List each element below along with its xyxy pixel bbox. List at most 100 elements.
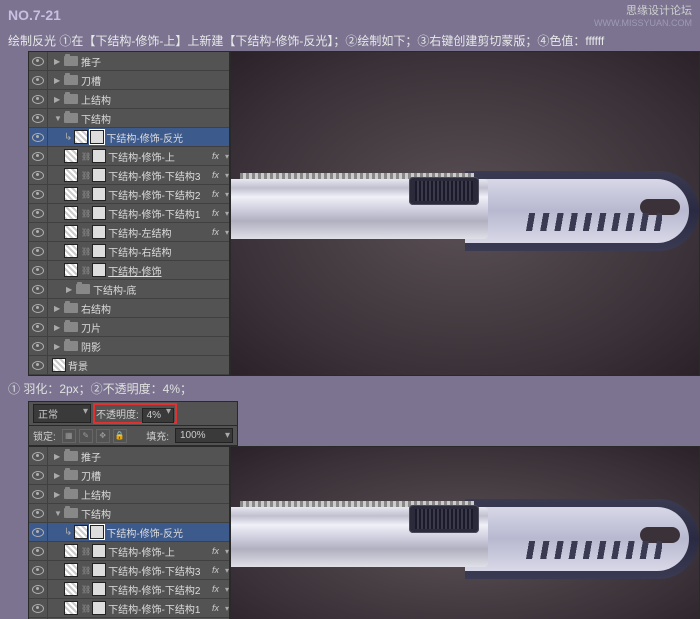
layer-name[interactable]: 下结构-修饰-下结构2 (108, 187, 212, 202)
layer-row[interactable]: ⛓下结构-修饰-下结构3fx▾ (29, 561, 229, 580)
layer-row[interactable]: ⛓ 下结构-修饰-下结构2fx ▾ (29, 580, 229, 599)
visibility-toggle[interactable] (29, 485, 48, 503)
layer-name[interactable]: 背景 (68, 358, 229, 373)
expand-arrow-icon[interactable]: ▶ (54, 342, 62, 350)
layers-panel-bottom[interactable]: ▶推子▶刀槽▶上结构▼下结构↳下结构-修饰-反光⛓下结构-修饰-上fx▾⛓下结构… (28, 446, 230, 619)
visibility-toggle[interactable] (29, 52, 48, 70)
visibility-toggle[interactable] (29, 109, 48, 127)
visibility-toggle[interactable] (29, 223, 48, 241)
layer-row[interactable]: ▶右结构 (29, 299, 229, 318)
expand-arrow-icon[interactable]: ▶ (54, 490, 62, 498)
layer-row[interactable]: ⛓下结构-修饰-下结构1fx▾ (29, 599, 229, 618)
vector-mask-thumb[interactable] (92, 187, 106, 201)
layer-name[interactable]: 下结构-修饰-下结构2 (108, 582, 212, 597)
fx-badge[interactable]: fx (212, 151, 219, 161)
link-icon[interactable]: ⛓ (81, 171, 91, 180)
layer-name[interactable]: 刀槽 (81, 468, 229, 483)
vector-mask-thumb[interactable] (92, 225, 106, 239)
vector-mask-thumb[interactable] (92, 582, 106, 596)
link-icon[interactable]: ⛓ (81, 566, 91, 575)
expand-arrow-icon[interactable]: ▶ (54, 471, 62, 479)
visibility-toggle[interactable] (29, 318, 48, 336)
fx-chevron-icon[interactable]: ▾ (225, 585, 229, 594)
layer-row[interactable]: ↳下结构-修饰-反光 (29, 523, 229, 542)
fx-badge[interactable]: fx (212, 546, 219, 556)
layer-name[interactable]: 下结构-修饰 (108, 263, 229, 278)
layer-row[interactable]: ⛓ 下结构-修饰-下结构2fx ▾ (29, 185, 229, 204)
expand-arrow-icon[interactable]: ▶ (54, 323, 62, 331)
layer-row[interactable]: ▶下结构-底 (29, 280, 229, 299)
link-icon[interactable]: ⛓ (81, 152, 91, 161)
fx-badge[interactable]: fx (212, 208, 219, 218)
layer-row[interactable]: ▼下结构 (29, 504, 229, 523)
fx-badge[interactable]: fx (212, 170, 219, 180)
layer-name[interactable]: 下结构-右结构 (108, 244, 229, 259)
layers-panel-top[interactable]: ▶推子▶刀槽▶上结构▼下结构↳下结构-修饰-反光⛓下结构-修饰-上fx▾⛓下结构… (28, 51, 230, 376)
layer-row[interactable]: ▶ 刀槽 (29, 71, 229, 90)
fx-chevron-icon[interactable]: ▾ (225, 566, 229, 575)
fx-badge[interactable]: fx (212, 189, 219, 199)
link-icon[interactable]: ⛓ (81, 266, 91, 275)
layer-row[interactable]: ▼下结构 (29, 109, 229, 128)
layer-row[interactable]: ▶阴影 (29, 337, 229, 356)
vector-mask-thumb[interactable] (92, 601, 106, 615)
fx-badge[interactable]: fx (212, 584, 219, 594)
fx-badge[interactable]: fx (212, 603, 219, 613)
blend-mode-dropdown[interactable]: 正常 (33, 404, 91, 423)
fx-chevron-icon[interactable]: ▾ (225, 171, 229, 180)
canvas-top[interactable] (230, 51, 700, 376)
visibility-toggle[interactable] (29, 356, 48, 374)
expand-arrow-icon[interactable]: ▶ (54, 76, 62, 84)
layer-row[interactable]: ⛓下结构-修饰-上fx▾ (29, 542, 229, 561)
layer-name[interactable]: 下结构 (81, 111, 229, 126)
visibility-toggle[interactable] (29, 580, 48, 598)
fx-chevron-icon[interactable]: ▾ (225, 604, 229, 613)
layer-name[interactable]: 上结构 (81, 92, 229, 107)
layer-name[interactable]: 下结构-修饰-上 (108, 544, 212, 559)
layer-row[interactable]: ⛓ 下结构-右结构 (29, 242, 229, 261)
link-icon[interactable]: ⛓ (81, 209, 91, 218)
vector-mask-thumb[interactable] (92, 206, 106, 220)
layer-row[interactable]: ▶ 上结构 (29, 485, 229, 504)
fill-dropdown[interactable]: 100% (175, 428, 233, 443)
visibility-toggle[interactable] (29, 299, 48, 317)
layer-row[interactable]: ↳下结构-修饰-反光 (29, 128, 229, 147)
visibility-toggle[interactable] (29, 71, 48, 89)
visibility-toggle[interactable] (29, 185, 48, 203)
layer-row[interactable]: ▶ 推子 (29, 52, 229, 71)
layer-name[interactable]: 刀槽 (81, 73, 229, 88)
opacity-dropdown[interactable]: 4% (142, 408, 174, 423)
lock-pixels-icon[interactable]: ▦ (62, 429, 76, 443)
layer-row[interactable]: ⛓下结构-修饰-上fx▾ (29, 147, 229, 166)
visibility-toggle[interactable] (29, 504, 48, 522)
link-icon[interactable]: ⛓ (81, 190, 91, 199)
layer-row[interactable]: ⛓下结构-左结构fx▾ (29, 223, 229, 242)
layer-name[interactable]: 上结构 (81, 487, 229, 502)
layer-name[interactable]: 下结构-左结构 (108, 225, 212, 240)
layer-row[interactable]: ⛓下结构-修饰-下结构3fx▾ (29, 166, 229, 185)
expand-arrow-icon[interactable]: ▶ (54, 57, 62, 65)
visibility-toggle[interactable] (29, 280, 48, 298)
visibility-toggle[interactable] (29, 90, 48, 108)
visibility-toggle[interactable] (29, 337, 48, 355)
link-icon[interactable]: ⛓ (81, 247, 91, 256)
expand-arrow-icon[interactable]: ▶ (54, 452, 62, 460)
visibility-toggle[interactable] (29, 466, 48, 484)
layer-name[interactable]: 刀片 (81, 320, 229, 335)
fx-chevron-icon[interactable]: ▾ (225, 228, 229, 237)
vector-mask-thumb[interactable] (92, 168, 106, 182)
layer-row[interactable]: ▶ 刀片 (29, 318, 229, 337)
layer-row[interactable]: ⛓ 下结构-修饰 (29, 261, 229, 280)
vector-mask-thumb[interactable] (92, 263, 106, 277)
link-icon[interactable]: ⛓ (81, 585, 91, 594)
link-icon[interactable]: ⛓ (81, 547, 91, 556)
visibility-toggle[interactable] (29, 261, 48, 279)
layer-name[interactable]: 推子 (81, 54, 229, 69)
layer-name[interactable]: 下结构-修饰-上 (108, 149, 212, 164)
lock-all-icon[interactable]: 🔒 (113, 429, 127, 443)
visibility-toggle[interactable] (29, 523, 48, 541)
visibility-toggle[interactable] (29, 242, 48, 260)
lock-brush-icon[interactable]: ✎ (79, 429, 93, 443)
expand-arrow-icon[interactable]: ▼ (54, 509, 62, 517)
fx-chevron-icon[interactable]: ▾ (225, 190, 229, 199)
